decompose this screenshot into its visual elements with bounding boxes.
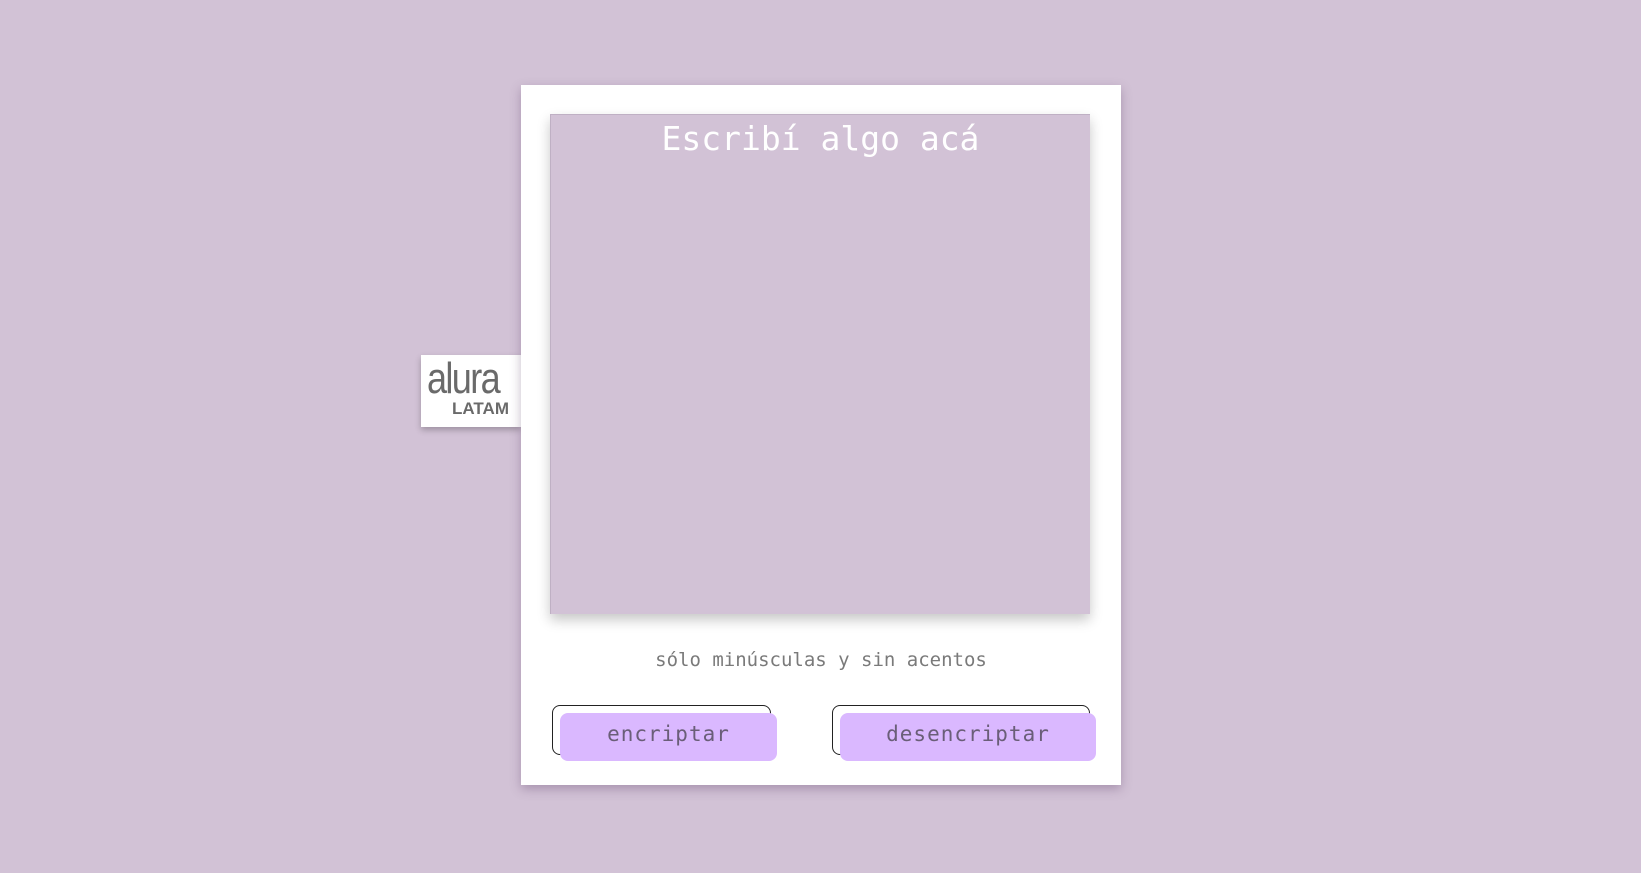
message-input[interactable] — [551, 115, 1090, 614]
logo-wordmark: alura — [427, 354, 501, 403]
decrypt-button-wrapper: desencriptar — [832, 705, 1096, 761]
logo-region: LATAM — [452, 399, 509, 418]
message-input-container — [550, 114, 1090, 614]
encrypt-button[interactable]: encriptar — [560, 713, 777, 761]
input-hint: sólo minúsculas y sin acentos — [655, 649, 987, 671]
encryptor-card: sólo minúsculas y sin acentos encriptar … — [521, 85, 1121, 785]
alura-latam-logo: alura LATAM — [421, 355, 521, 427]
decrypt-button[interactable]: desencriptar — [840, 713, 1096, 761]
encrypt-button-wrapper: encriptar — [552, 705, 777, 761]
